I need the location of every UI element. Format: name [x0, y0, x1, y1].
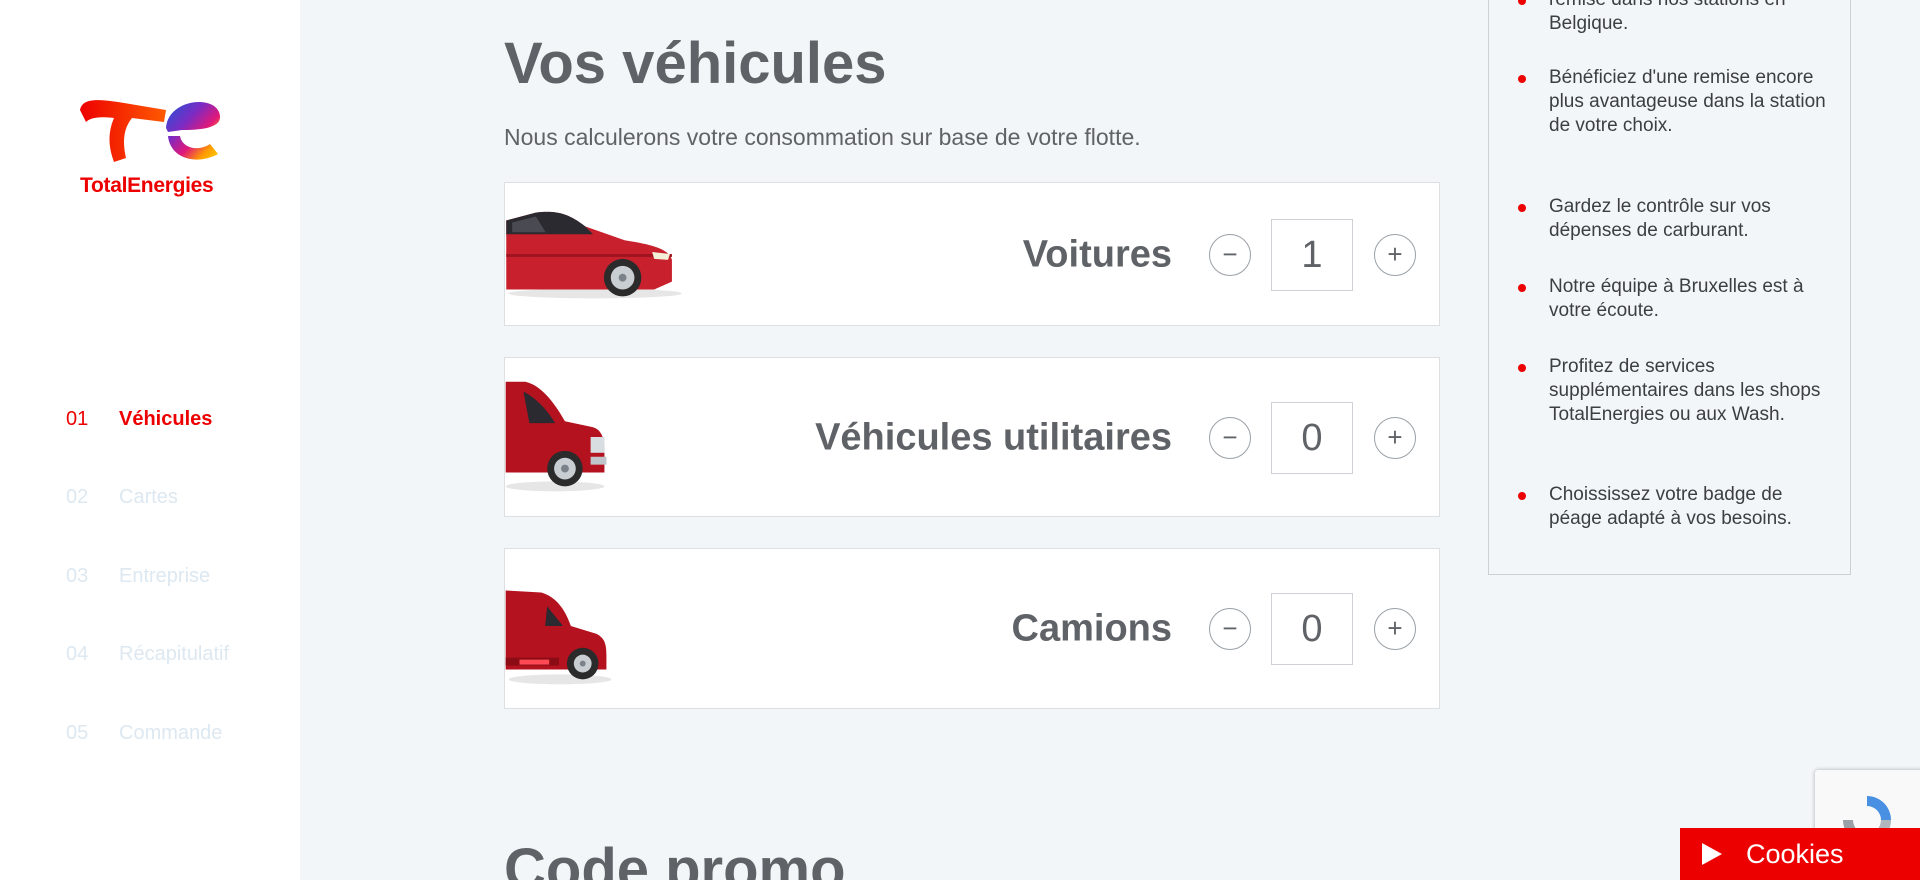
benefit-item: Choississez votre badge de péage adapté …	[1518, 483, 1839, 531]
page-title: Vos véhicules	[504, 31, 887, 96]
vehicle-row-voitures: Voitures − 1 +	[504, 182, 1440, 326]
car-icon	[506, 211, 682, 299]
benefit-item: Gardez le contrôle sur vos dépenses de c…	[1518, 195, 1839, 243]
vehicle-label: Voitures	[1022, 233, 1172, 276]
vehicle-label: Véhicules utilitaires	[815, 416, 1172, 459]
benefit-item: Profitez de services supplémentaires dan…	[1518, 355, 1839, 427]
step-number: 05	[66, 721, 89, 744]
step-commande: 05 Commande	[66, 694, 229, 773]
vehicle-row-camions: Camions − 0 +	[504, 548, 1440, 709]
page-subtitle: Nous calculerons votre consommation sur …	[504, 124, 1141, 150]
increment-button[interactable]: +	[1374, 234, 1416, 276]
logo-mark-icon	[80, 100, 221, 162]
vehicle-row-utilitaires: Véhicules utilitaires − 0 +	[504, 357, 1440, 517]
step-label: Commande	[119, 721, 223, 744]
quantity-input[interactable]: 0	[1271, 402, 1353, 474]
step-label: Véhicules	[119, 407, 213, 430]
step-label: Entreprise	[119, 564, 211, 587]
decrement-button[interactable]: −	[1209, 234, 1251, 276]
decrement-button[interactable]: −	[1209, 608, 1251, 650]
step-cartes: 02 Cartes	[66, 459, 229, 538]
step-number: 01	[66, 407, 89, 430]
step-label: Cartes	[119, 486, 178, 509]
benefit-item: remise dans nos stations en Belgique.	[1518, 0, 1839, 36]
quantity-input[interactable]: 1	[1271, 219, 1353, 291]
quantity-input[interactable]: 0	[1271, 593, 1353, 665]
van-icon	[505, 381, 607, 492]
increment-button[interactable]: +	[1374, 608, 1416, 650]
vehicle-label: Camions	[1011, 607, 1172, 650]
benefit-item: Bénéficiez d'une remise encore plus avan…	[1518, 66, 1839, 138]
promo-code-title: Code promo	[504, 837, 846, 880]
step-number: 04	[66, 643, 89, 666]
decrement-button[interactable]: −	[1209, 417, 1251, 459]
step-entreprise: 03 Entreprise	[66, 537, 229, 616]
step-label: Récapitulatif	[119, 643, 230, 666]
increment-button[interactable]: +	[1374, 417, 1416, 459]
benefit-item: Notre équipe à Bruxelles est à votre éco…	[1518, 275, 1839, 323]
step-recapitulatif: 04 Récapitulatif	[66, 616, 229, 695]
totalenergies-logo[interactable]: TotalEnergies	[78, 92, 224, 202]
brand-name: TotalEnergies	[80, 174, 214, 197]
cookies-button[interactable]: Cookies	[1680, 828, 1920, 880]
step-number: 02	[66, 486, 89, 509]
benefits-panel: remise dans nos stations en Belgique. Bé…	[1488, 0, 1851, 575]
step-nav: 01 Véhicules 02 Cartes 03 Entreprise 04 …	[66, 380, 229, 773]
step-vehicules[interactable]: 01 Véhicules	[66, 380, 229, 459]
cookies-label: Cookies	[1746, 838, 1844, 869]
play-icon	[1702, 843, 1722, 865]
step-number: 03	[66, 564, 89, 587]
truck-icon	[505, 590, 612, 685]
sidebar: TotalEnergies 01 Véhicules 02 Cartes 03 …	[0, 0, 300, 880]
